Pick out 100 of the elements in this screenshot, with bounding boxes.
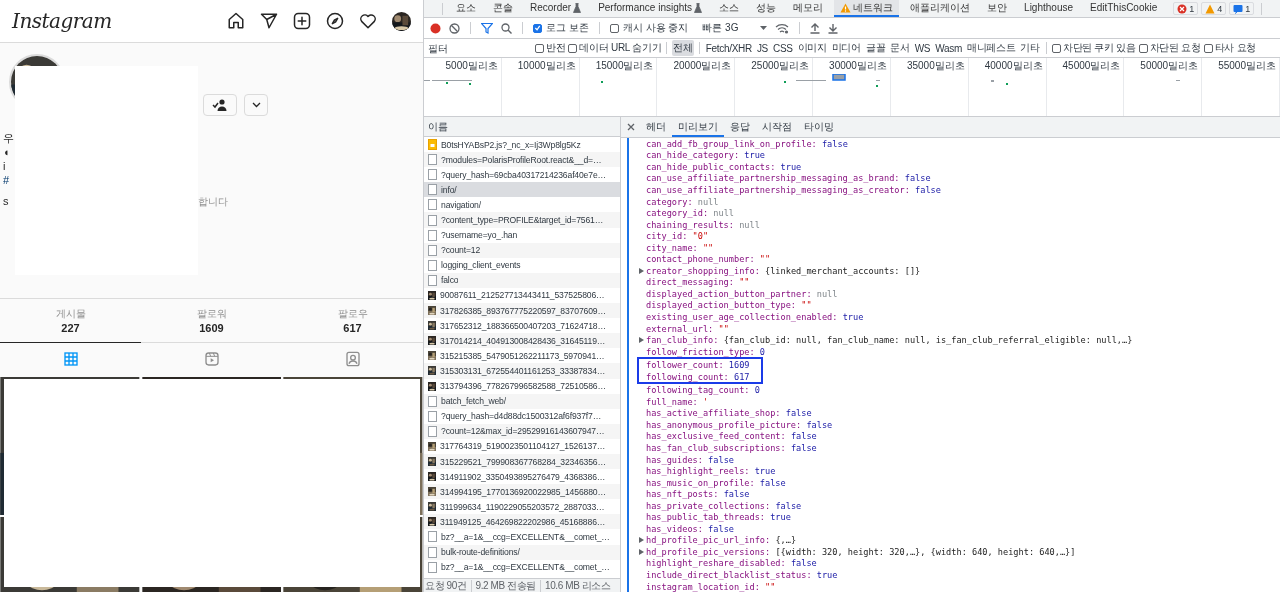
tick-label: 35000밀리초 — [906, 59, 965, 73]
stat-value[interactable]: 227 — [61, 322, 80, 334]
panel-tab[interactable]: EditThisCookie — [1084, 0, 1164, 17]
panel-tab[interactable]: 콘솔 — [487, 0, 519, 17]
request-row[interactable]: 317014214_404913008428436_31645119… — [424, 333, 620, 349]
checkbox[interactable] — [1051, 43, 1061, 53]
search-icon[interactable] — [501, 22, 512, 34]
checkbox[interactable] — [535, 43, 544, 53]
paper-plane-icon[interactable] — [260, 12, 278, 30]
filter-type-chip[interactable]: 이미지 — [796, 40, 828, 56]
checkbox[interactable] — [533, 23, 542, 33]
request-row[interactable]: bz?__a=1&__ccg=EXCELLENT&__comet_… — [424, 559, 620, 575]
json-line: has_fan_club_subscriptions: false — [645, 443, 817, 453]
filter-icon[interactable] — [481, 22, 493, 34]
filter-type-chip[interactable]: 매니페스트 — [965, 40, 1017, 56]
file-icon — [428, 546, 437, 558]
request-row[interactable]: 90087611_212527713443411_537525806… — [424, 287, 620, 304]
request-row[interactable]: bz?__a=1&__ccg=EXCELLENT&__comet_… — [424, 529, 620, 545]
request-row[interactable]: falco — [424, 272, 620, 288]
clear-icon[interactable] — [449, 22, 460, 34]
detail-tab[interactable]: 응답 — [724, 117, 756, 137]
logo[interactable]: Instagram — [12, 9, 112, 33]
following-button[interactable] — [203, 94, 237, 116]
panel-tab[interactable]: 애플리케이션 — [904, 0, 977, 17]
hashtag-link[interactable]: # — [3, 174, 10, 187]
detail-tab[interactable]: 헤더 — [640, 117, 672, 137]
panel-tab[interactable]: Lighthouse — [1018, 0, 1079, 17]
filter-type-chip[interactable]: Fetch/XHR — [704, 41, 753, 55]
filter-type-chip[interactable]: 미디어 — [830, 40, 862, 56]
request-row[interactable]: 317652312_188366500407203_71624718… — [424, 318, 620, 334]
request-row[interactable]: batch_fetch_web/ — [424, 393, 620, 409]
request-row[interactable]: 317826385_893767775220597_83707609… — [424, 303, 620, 319]
request-row[interactable]: ?count=12&max_id=29529916143607947… — [424, 423, 620, 439]
request-row[interactable]: navigation/ — [424, 197, 620, 213]
request-row[interactable]: ?modules=PolarisProfileRoot.react&__d=… — [424, 152, 620, 168]
dropdown-button[interactable] — [244, 94, 268, 116]
request-row[interactable]: 315215385_5479051262211173_5970941… — [424, 348, 620, 364]
filter-type-chip[interactable]: CSS — [772, 41, 794, 55]
detail-tab[interactable]: 타이밍 — [798, 117, 840, 137]
detail-tab[interactable]: 시작점 — [756, 117, 798, 137]
compass-icon[interactable] — [326, 12, 344, 30]
file-icon — [428, 214, 437, 226]
stat-value[interactable]: 617 — [343, 322, 362, 334]
issue-badge[interactable]: 1 — [1173, 2, 1199, 15]
stat-value[interactable]: 1609 — [199, 322, 224, 334]
request-row[interactable]: 315303131_672554401161253_33387834… — [424, 363, 620, 379]
tick-label: 20000밀리초 — [673, 59, 732, 73]
filter-type-chip[interactable]: 글꼴 — [864, 40, 887, 56]
home-icon[interactable] — [227, 12, 245, 30]
request-row[interactable]: 317764319_5190023501104127_1526137… — [424, 438, 620, 454]
panel-tab[interactable]: 메모리 — [787, 0, 830, 17]
record-icon[interactable] — [430, 22, 441, 34]
filter-type-chip[interactable]: JS — [755, 41, 769, 55]
filter-type-chip[interactable]: Wasm — [934, 41, 963, 55]
close-icon[interactable] — [627, 123, 635, 131]
checkbox[interactable] — [1138, 43, 1148, 53]
json-line: has_guides: false — [645, 454, 734, 465]
request-row[interactable]: ?username=yo_.han — [424, 227, 620, 243]
panel-tab[interactable]: 소스 — [713, 0, 746, 17]
issue-badge[interactable]: 1 — [1229, 2, 1255, 15]
filter-type-chip[interactable]: 전체 — [672, 40, 694, 56]
request-row[interactable]: ?content_type=PROFILE&target_id=7561… — [424, 212, 620, 228]
json-line: following_count: 617 — [645, 371, 750, 382]
panel-tab[interactable]: 성능 — [750, 0, 783, 17]
filter-type-chip[interactable]: WS — [913, 41, 932, 55]
heart-icon[interactable] — [359, 12, 377, 30]
tick-label: 50000밀리초 — [1140, 59, 1199, 73]
network-conditions-icon[interactable] — [775, 22, 790, 34]
request-row[interactable]: B0tsHYABsP2.js?_nc_x=Ij3Wp8lg5Kz — [424, 137, 620, 153]
upload-icon[interactable] — [810, 22, 821, 34]
request-row[interactable]: 315229521_799908367768284_32346356… — [424, 453, 620, 470]
request-row[interactable]: ?count=12 — [424, 242, 620, 258]
checkbox[interactable] — [1203, 43, 1213, 53]
panel-tab[interactable]: Performance insights — [592, 0, 709, 17]
request-row[interactable]: ?query_hash=d4d88dc1500312af6f937f7… — [424, 408, 620, 424]
new-post-icon[interactable] — [293, 12, 311, 30]
request-row[interactable]: bulk-route-definitions/ — [424, 544, 620, 560]
request-row[interactable]: info/ — [424, 182, 620, 198]
throttling-dropdown[interactable]: 빠른 3G — [702, 21, 768, 35]
panel-tab[interactable]: 요소 — [450, 0, 482, 17]
checkbox-label: 로그 보존 — [546, 21, 589, 35]
download-icon[interactable] — [828, 22, 839, 34]
column-header[interactable]: 이름 — [424, 117, 620, 137]
panel-tab[interactable]: Recorder — [524, 0, 588, 17]
request-row[interactable]: 311999634_1190229055203572_2887033… — [424, 499, 620, 515]
filter-type-chip[interactable]: 기타 — [1019, 40, 1041, 56]
panel-tab[interactable]: 네트워크 — [834, 0, 900, 17]
checkbox[interactable] — [609, 23, 619, 33]
request-row[interactable]: ?query_hash=69cba40317214236af40e7e… — [424, 167, 620, 183]
request-row[interactable]: 314911902_3350493895276479_4368386… — [424, 469, 620, 485]
request-row[interactable]: logging_client_events — [424, 257, 620, 273]
filter-type-chip[interactable]: 문서 — [889, 40, 911, 56]
checkbox-label: 차단된 요청 — [1149, 41, 1201, 55]
request-row[interactable]: 313794396_778267996582588_72510586… — [424, 378, 620, 394]
checkbox[interactable] — [568, 43, 578, 53]
issue-badge[interactable]: 4 — [1201, 2, 1227, 15]
detail-tab[interactable]: 미리보기 — [672, 117, 724, 137]
panel-tab[interactable]: 보안 — [981, 0, 1014, 17]
request-row[interactable]: 311949125_464269822202986_45168886… — [424, 514, 620, 530]
request-row[interactable]: 314994195_1770136920022985_1456880… — [424, 484, 620, 500]
